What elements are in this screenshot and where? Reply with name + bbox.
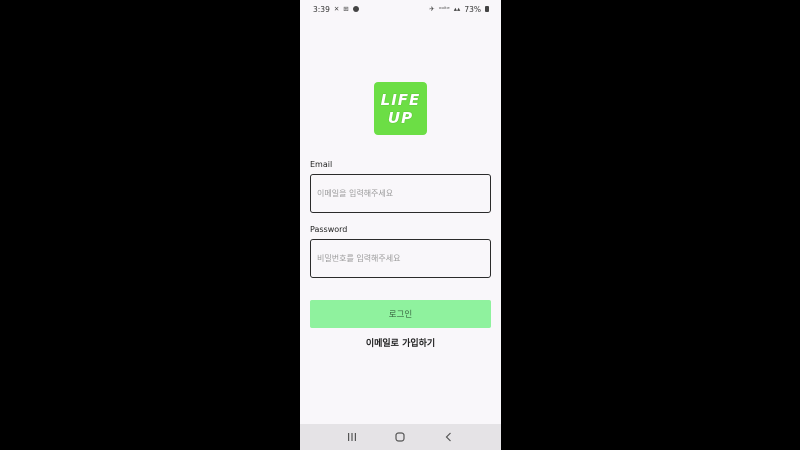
mute-icon: ✈ <box>429 5 435 13</box>
login-button[interactable]: 로그인 <box>310 300 491 328</box>
email-input[interactable] <box>310 174 491 213</box>
battery-percent: 73% <box>464 4 481 14</box>
android-nav-bar <box>300 424 501 450</box>
status-right: ✈ ᵛᵒˡᵗᵉ ▴▴ 73% <box>429 5 489 14</box>
missed-call-icon: ✕ <box>333 5 340 13</box>
signup-with-email-link[interactable]: 이메일로 가입하기 <box>300 336 501 349</box>
logo-line-1: LIFE <box>380 90 421 109</box>
password-label: Password <box>310 225 348 234</box>
battery-icon <box>485 6 489 12</box>
logo-line-2: UP <box>387 108 414 127</box>
recent-apps-icon[interactable] <box>341 428 363 446</box>
signal-icon: ▴▴ <box>453 5 461 13</box>
status-time: 3:39 <box>313 4 330 14</box>
email-label: Email <box>310 160 333 169</box>
back-icon[interactable] <box>438 428 460 446</box>
password-input[interactable] <box>310 239 491 278</box>
status-left: 3:39 ✕ ⊞ <box>313 5 359 14</box>
app-notification-icon <box>352 6 359 12</box>
status-bar: 3:39 ✕ ⊞ ✈ ᵛᵒˡᵗᵉ ▴▴ 73% <box>300 0 501 18</box>
phone-screen: 3:39 ✕ ⊞ ✈ ᵛᵒˡᵗᵉ ▴▴ 73% LIFE UP Email Pa… <box>300 0 501 450</box>
volte-icon: ᵛᵒˡᵗᵉ <box>438 5 450 13</box>
notification-icon: ⊞ <box>343 5 349 13</box>
app-logo: LIFE UP <box>374 82 427 135</box>
home-icon[interactable] <box>389 428 411 446</box>
